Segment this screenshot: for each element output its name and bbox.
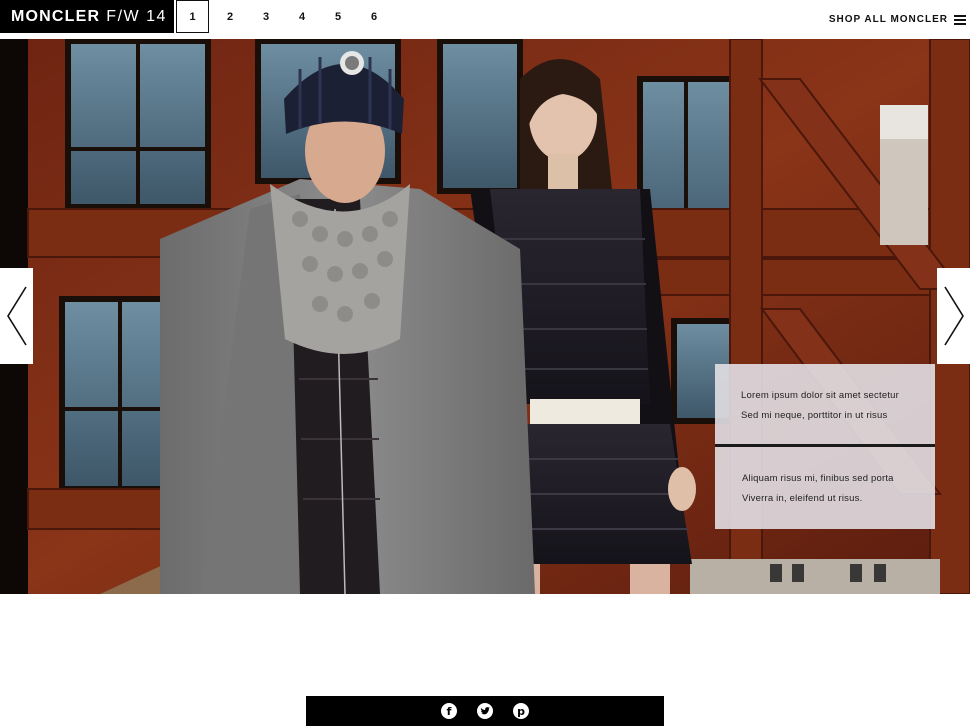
caption-top: Lorem ipsum dolor sit amet sectetur Sed … bbox=[741, 386, 899, 426]
page-pagination: 1 2 3 4 5 6 bbox=[176, 0, 392, 33]
chevron-left-icon bbox=[6, 286, 27, 346]
facebook-icon[interactable]: f bbox=[441, 703, 457, 719]
shop-all-label: SHOP ALL MONCLER bbox=[828, 14, 948, 25]
moncler-logo[interactable]: MONCLER F/W 14 bbox=[0, 0, 174, 33]
page-3-button[interactable]: 3 bbox=[248, 0, 284, 33]
logo-season: F/W 14 bbox=[106, 7, 167, 25]
hero-slide: Lorem ipsum dolor sit amet sectetur Sed … bbox=[0, 39, 970, 594]
page-5-button[interactable]: 5 bbox=[320, 0, 356, 33]
caption-line-2: Sed mi neque, porttitor in ut risus bbox=[741, 410, 888, 421]
caption-line-3: Aliquam risus mi, finibus sed porta bbox=[742, 473, 894, 484]
hamburger-icon bbox=[954, 15, 966, 25]
page-2-button[interactable]: 2 bbox=[212, 0, 248, 33]
pinterest-icon[interactable]: p bbox=[513, 703, 529, 719]
page-1-button[interactable]: 1 bbox=[176, 0, 209, 33]
social-share-bar: f p bbox=[306, 696, 664, 726]
caption-line-4: Viverra in, eleifend ut risus. bbox=[742, 493, 863, 504]
caption-bottom: Aliquam risus mi, finibus sed porta Vive… bbox=[742, 469, 894, 509]
prev-slide-button[interactable] bbox=[0, 268, 33, 364]
caption-box: Lorem ipsum dolor sit amet sectetur Sed … bbox=[715, 364, 935, 529]
logo-brand: MONCLER bbox=[11, 7, 101, 25]
caption-divider bbox=[715, 444, 935, 447]
chevron-right-icon bbox=[943, 286, 964, 346]
caption-line-1: Lorem ipsum dolor sit amet sectetur bbox=[741, 390, 900, 401]
page-6-button[interactable]: 6 bbox=[356, 0, 392, 33]
page-4-button[interactable]: 4 bbox=[284, 0, 320, 33]
shop-all-link[interactable]: SHOP ALL MONCLER bbox=[829, 0, 966, 39]
next-slide-button[interactable] bbox=[937, 268, 970, 364]
top-header: MONCLER F/W 14 1 2 3 4 5 6 SHOP ALL MONC… bbox=[0, 0, 972, 39]
twitter-icon[interactable] bbox=[477, 703, 493, 719]
